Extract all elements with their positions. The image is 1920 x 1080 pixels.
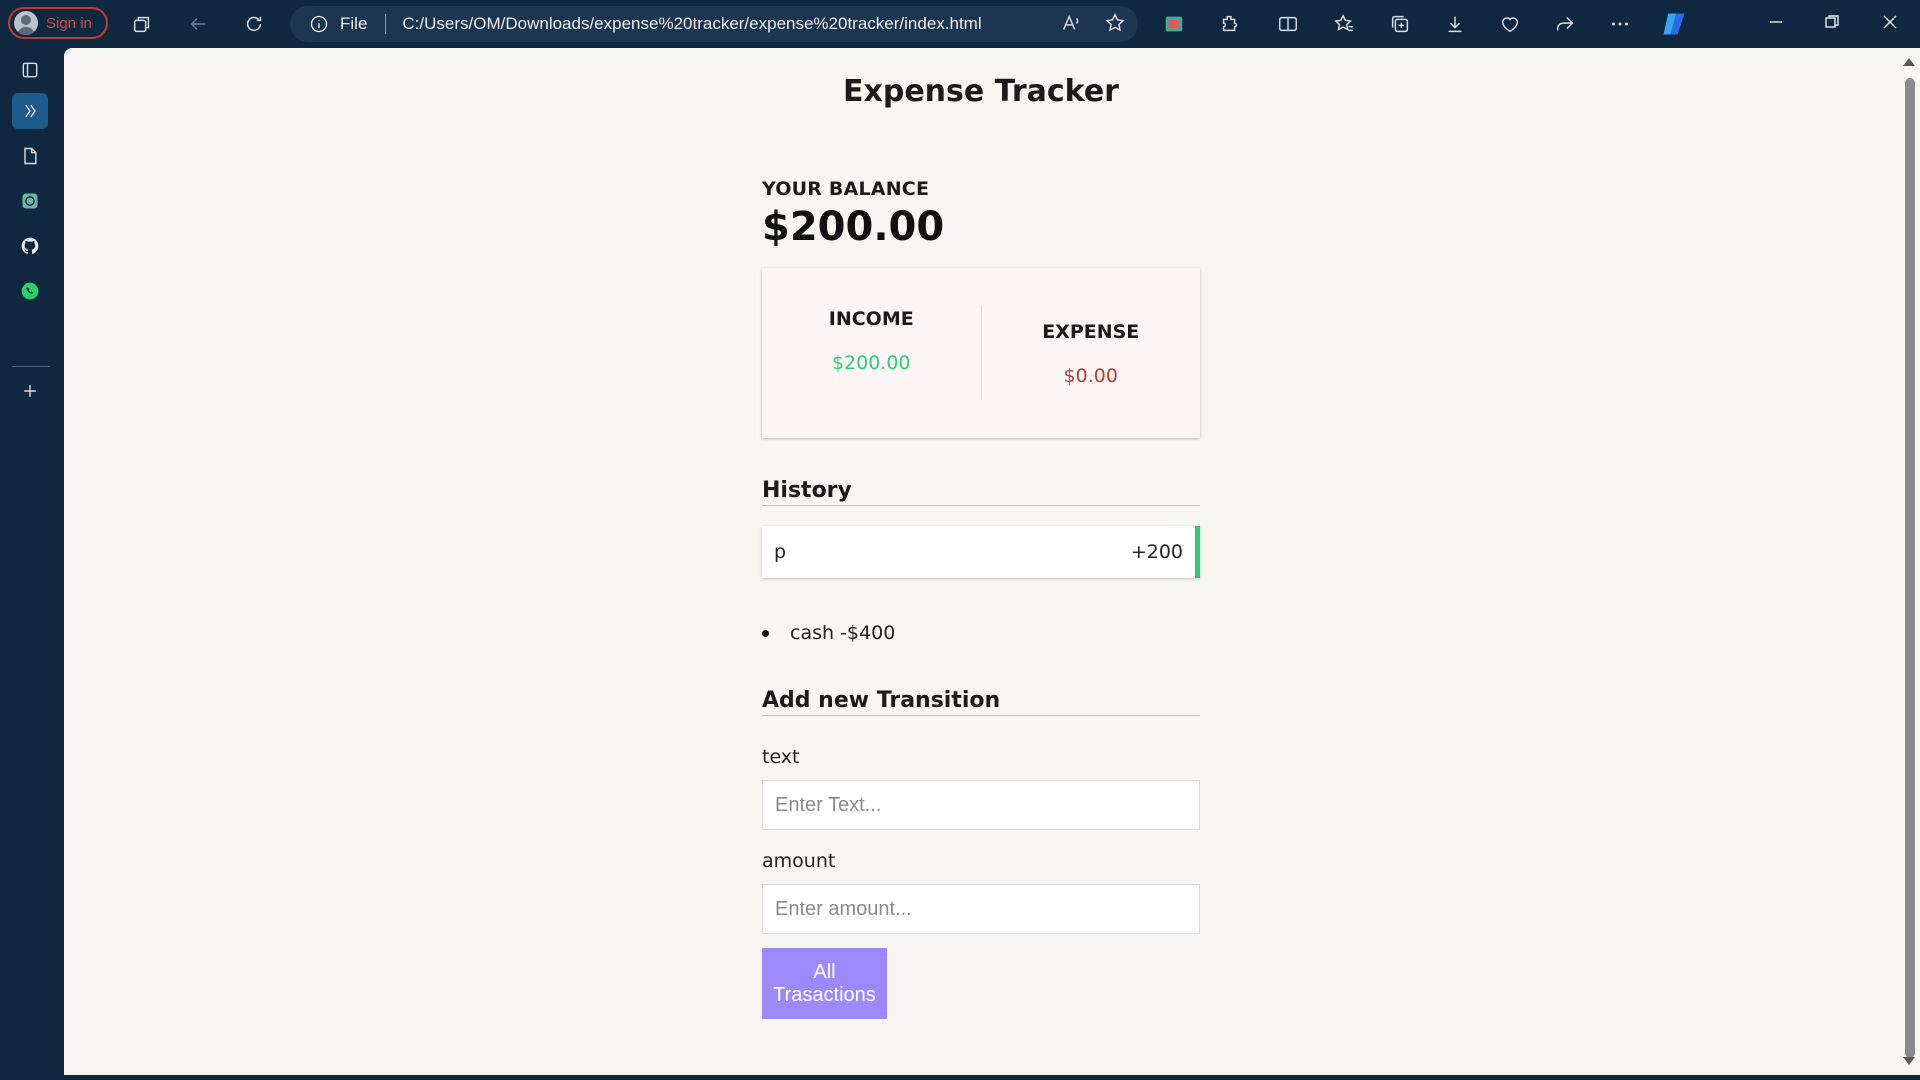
extensions-puzzle-icon[interactable] <box>1216 10 1244 38</box>
profile-button[interactable]: Sign in <box>8 7 108 39</box>
text-field-label: text <box>762 746 800 768</box>
address-scheme-label: File <box>340 14 368 33</box>
income-value: $200.00 <box>831 352 911 374</box>
github-icon[interactable] <box>12 228 48 264</box>
address-divider <box>385 14 387 34</box>
document-icon[interactable] <box>12 138 48 174</box>
info-icon[interactable] <box>308 13 330 35</box>
chatgpt-icon[interactable] <box>12 183 48 219</box>
avatar <box>14 11 38 35</box>
whatsapp-icon[interactable] <box>12 273 48 309</box>
expense-label: EXPENSE <box>1042 321 1140 343</box>
address-bar[interactable]: File C:/Users/OM/Downloads/expense%20tra… <box>290 6 1138 42</box>
copilot-icon[interactable] <box>1658 10 1690 38</box>
expense-column: EXPENSE $0.00 <box>982 319 1201 387</box>
browser-sidebar <box>0 48 64 1080</box>
text-input[interactable] <box>762 780 1200 830</box>
income-label: INCOME <box>828 308 914 330</box>
amount-input[interactable] <box>762 884 1200 934</box>
balance-label: YOUR BALANCE <box>762 178 930 200</box>
split-screen-icon[interactable] <box>1274 10 1302 38</box>
tab-actions-icon[interactable] <box>12 52 48 88</box>
list-item: cash -$400 <box>762 622 1200 644</box>
performance-icon[interactable] <box>1496 10 1524 38</box>
extension-app-icon[interactable] <box>1160 10 1188 38</box>
address-url[interactable]: C:/Users/OM/Downloads/expense%20tracker/… <box>402 14 981 34</box>
add-icon[interactable] <box>12 373 48 409</box>
scrollbar-thumb[interactable] <box>1905 78 1915 1058</box>
favorites-icon[interactable] <box>1330 10 1358 38</box>
expense-tracker-container: YOUR BALANCE $200.00 INCOME $200.00 EXPE… <box>762 178 1200 1019</box>
profile-label: Sign in <box>46 14 92 32</box>
share-icon[interactable] <box>1551 10 1579 38</box>
page-title: Expense Tracker <box>843 74 1119 109</box>
close-icon[interactable] <box>1870 8 1910 36</box>
more-menu-icon[interactable] <box>1606 10 1634 38</box>
read-aloud-icon[interactable] <box>1060 12 1082 39</box>
favorite-star-icon[interactable] <box>1104 12 1126 39</box>
balance-value: $200.00 <box>762 204 945 250</box>
income-column: INCOME $200.00 <box>762 306 982 400</box>
collections-icon[interactable] <box>1386 10 1414 38</box>
minimize-icon[interactable] <box>1756 8 1796 36</box>
add-transaction-heading: Add new Transition <box>762 688 1200 716</box>
vertical-scrollbar[interactable] <box>1898 48 1920 1075</box>
downloads-icon[interactable] <box>1441 10 1469 38</box>
browser-toolbar: Sign in File C:/Users/OM/Downloads/expen… <box>0 0 1920 48</box>
workspaces-icon[interactable] <box>128 10 156 38</box>
history-item-text: p <box>774 541 787 563</box>
list-item-text: cash -$400 <box>790 622 896 644</box>
amount-field-label: amount <box>762 850 836 872</box>
scroll-up-arrow-icon[interactable] <box>1903 58 1915 66</box>
restore-icon[interactable] <box>1812 8 1852 36</box>
page-viewport: Expense Tracker YOUR BALANCE $200.00 INC… <box>64 48 1898 1075</box>
scroll-down-arrow-icon[interactable] <box>1903 1057 1915 1065</box>
income-expense-card: INCOME $200.00 EXPENSE $0.00 <box>762 268 1200 438</box>
transaction-list: cash -$400 <box>762 622 1200 644</box>
refresh-icon[interactable] <box>240 10 268 38</box>
all-transactions-button[interactable]: All Trasactions <box>762 948 887 1019</box>
copilot-sidebar-icon[interactable] <box>12 93 48 129</box>
history-item[interactable]: p +200 <box>762 526 1200 578</box>
history-heading: History <box>762 478 1200 506</box>
expense-value: $0.00 <box>1063 365 1118 387</box>
history-item-amount: +200 <box>1130 541 1183 563</box>
sidebar-divider <box>12 366 50 367</box>
back-arrow-icon[interactable] <box>184 10 212 38</box>
